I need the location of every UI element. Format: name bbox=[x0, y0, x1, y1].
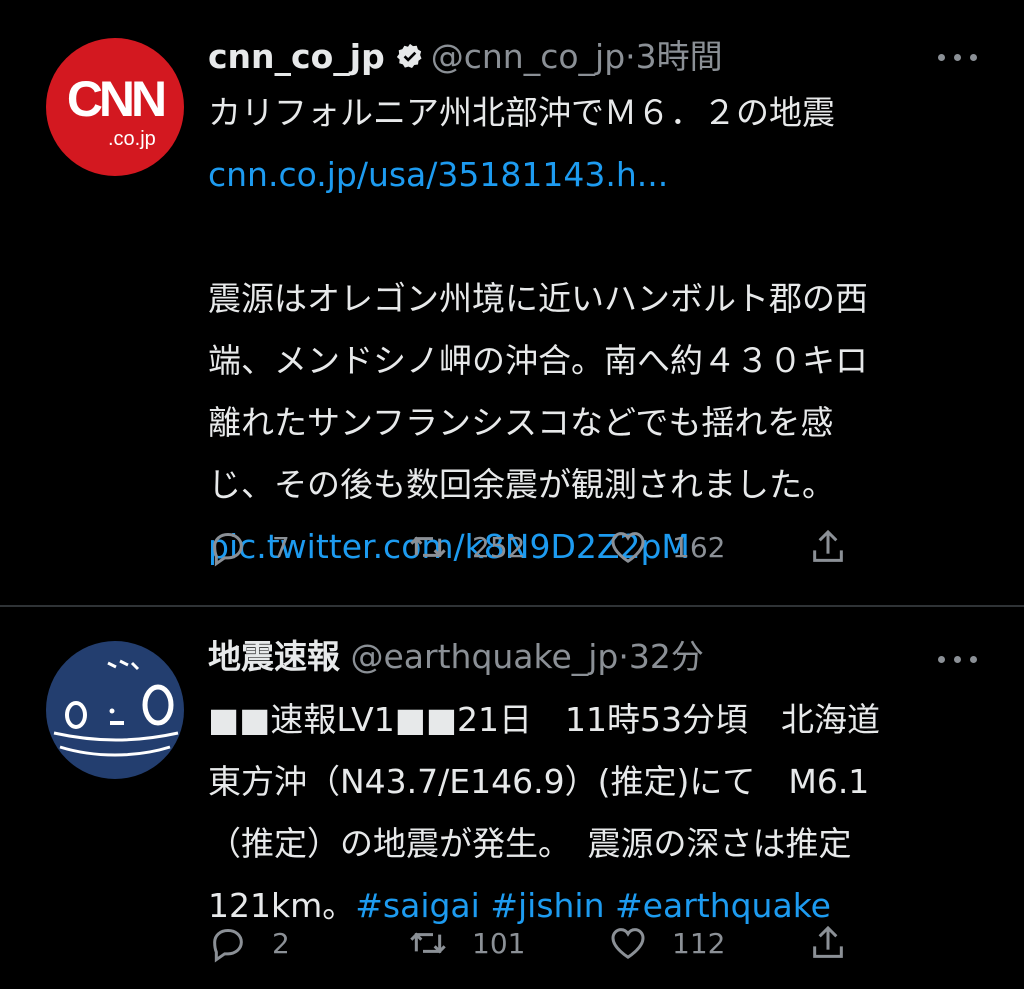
text-line: 離れたサンフランシスコなどでも揺れを感 bbox=[208, 403, 834, 442]
more-options-icon[interactable] bbox=[938, 50, 978, 64]
author-name[interactable]: cnn_co_jp bbox=[208, 37, 385, 76]
retweet-count: 252 bbox=[472, 530, 526, 564]
like-count: 112 bbox=[672, 926, 726, 960]
text-line: 端、メンドシノ岬の沖合。南へ約４３０キロ bbox=[208, 341, 868, 380]
retweet-icon bbox=[410, 536, 446, 558]
author-handle[interactable]: @earthquake_jp bbox=[351, 637, 619, 676]
reply-icon bbox=[213, 928, 243, 963]
avatar[interactable] bbox=[46, 641, 184, 779]
tweet-cnn[interactable]: CNN .co.jp cnn_co_jp @cnn_co_jp·3時間 カリフォル… bbox=[0, 0, 1024, 606]
text-line: 震源はオレゴン州境に近いハンボルト郡の西 bbox=[208, 279, 868, 318]
article-link[interactable]: cnn.co.jp/usa/35181143.h... bbox=[208, 144, 988, 206]
hashtag-link[interactable]: #saigai bbox=[355, 886, 480, 925]
like-button[interactable]: 162 bbox=[608, 525, 725, 569]
share-icon bbox=[813, 925, 843, 958]
timestamp[interactable]: 32分 bbox=[629, 637, 704, 676]
hashtag-link[interactable]: #earthquake bbox=[615, 886, 831, 925]
retweet-count: 101 bbox=[472, 926, 526, 960]
retweet-button[interactable]: 252 bbox=[408, 525, 525, 569]
text-line: （推定）の地震が発生。 震源の深さは推定 bbox=[208, 824, 852, 863]
tweet-header: cnn_co_jp @cnn_co_jp·3時間 bbox=[208, 37, 723, 77]
reply-count: 2 bbox=[272, 926, 290, 960]
like-button[interactable]: 112 bbox=[608, 921, 725, 965]
like-icon bbox=[611, 532, 645, 563]
separator-dot: · bbox=[618, 637, 629, 676]
verified-badge-icon bbox=[396, 43, 422, 68]
text-line: じ、その後も数回余震が観測されました。 bbox=[208, 465, 835, 504]
tweet-text: ■■速報LV1■■21日 11時53分頃 北海道 東方沖（N43.7/E146.… bbox=[208, 689, 988, 937]
text-fragment: 121km。 bbox=[208, 886, 356, 925]
like-icon bbox=[611, 928, 645, 959]
timestamp[interactable]: 3時間 bbox=[636, 37, 723, 76]
text-line: ■■速報LV1■■21日 11時53分頃 北海道 bbox=[208, 700, 881, 739]
reply-button[interactable]: 7 bbox=[208, 525, 290, 569]
share-button[interactable] bbox=[808, 525, 872, 569]
retweet-icon bbox=[410, 932, 446, 954]
share-button[interactable] bbox=[808, 921, 872, 965]
action-bar: 7 252 162 bbox=[208, 525, 868, 569]
author-name[interactable]: 地震速報 bbox=[208, 637, 340, 676]
separator-dot: · bbox=[625, 37, 636, 76]
reply-button[interactable]: 2 bbox=[208, 921, 290, 965]
text-line: 東方沖（N43.7/E146.9）(推定)にて M6.1 bbox=[208, 762, 870, 801]
cnn-logo-sub: .co.jp bbox=[108, 128, 156, 150]
avatar-face-icon bbox=[53, 659, 179, 757]
more-options-icon[interactable] bbox=[938, 652, 978, 666]
tweet-header: 地震速報 @earthquake_jp·32分 bbox=[208, 637, 704, 677]
text-line: カリフォルニア州北部沖でＭ６．２の地震 bbox=[208, 93, 835, 132]
action-bar: 2 101 112 bbox=[208, 921, 868, 965]
tweet-text: カリフォルニア州北部沖でＭ６．２の地震 cnn.co.jp/usa/351811… bbox=[208, 82, 988, 578]
tweet-earthquake[interactable]: 地震速報 @earthquake_jp·32分 ■■速報LV1■■21日 11時… bbox=[0, 607, 1024, 989]
retweet-button[interactable]: 101 bbox=[408, 921, 525, 965]
avatar[interactable]: CNN .co.jp bbox=[46, 38, 184, 176]
reply-icon bbox=[213, 532, 243, 567]
author-handle[interactable]: @cnn_co_jp bbox=[431, 37, 625, 76]
share-icon bbox=[813, 529, 843, 562]
reply-count: 7 bbox=[272, 530, 290, 564]
cnn-logo: CNN bbox=[66, 71, 167, 127]
hashtag-link[interactable]: #jishin bbox=[490, 886, 604, 925]
like-count: 162 bbox=[672, 530, 726, 564]
